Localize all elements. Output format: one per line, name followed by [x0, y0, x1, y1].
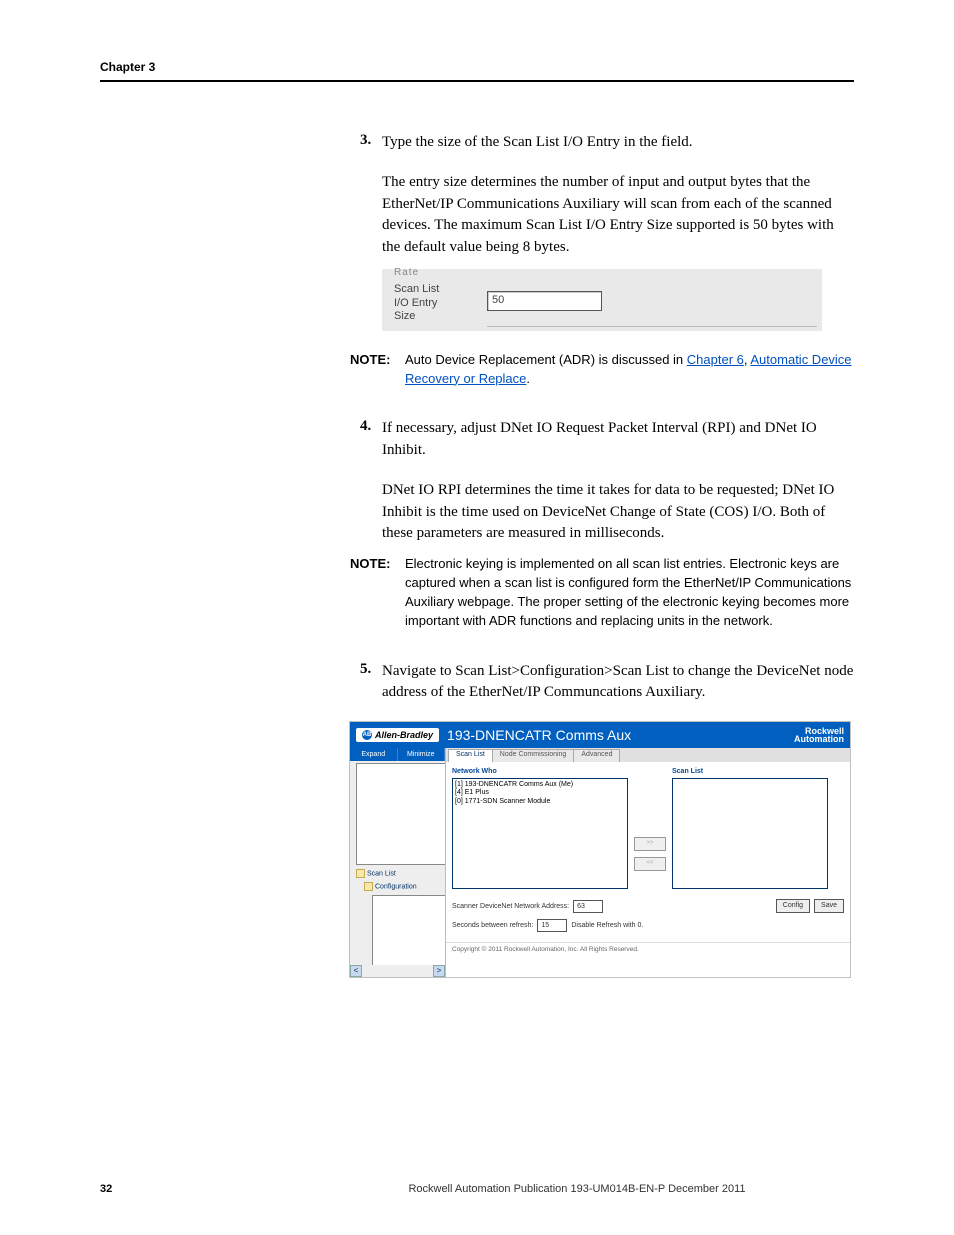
- note-label: NOTE:: [350, 351, 405, 389]
- network-who-title: Network Who: [452, 768, 628, 775]
- step-text: Navigate to Scan List>Configuration>Scan…: [382, 661, 854, 705]
- tab-scan-list[interactable]: Scan List: [448, 749, 493, 762]
- page-number: 32: [100, 1183, 300, 1195]
- list-item[interactable]: [0] 1771-SDN Scanner Module: [455, 798, 625, 806]
- refresh-input[interactable]: 15: [537, 919, 567, 932]
- note-dot: .: [526, 371, 530, 386]
- scanner-address-label: Scanner DeviceNet Network Address:: [452, 903, 569, 910]
- scan-list-screenshot: ABAllen-Bradley 193-DNENCATR Comms Aux R…: [350, 722, 850, 977]
- nav-scrollbar[interactable]: < >: [350, 965, 445, 977]
- step-number: 3.: [360, 132, 382, 154]
- scan-list-box[interactable]: [672, 778, 828, 889]
- step-number: 4.: [360, 418, 382, 462]
- step-4-paragraph: DNet IO RPI determines the time it takes…: [382, 480, 854, 545]
- note-text: Electronic keying is implemented on all …: [405, 555, 854, 630]
- scroll-left-icon[interactable]: <: [350, 965, 362, 977]
- step-text: If necessary, adjust DNet IO Request Pac…: [382, 418, 854, 462]
- rockwell-automation-logo: RockwellAutomation: [794, 727, 844, 743]
- list-item[interactable]: [4] E1 Plus: [455, 789, 625, 797]
- tab-advanced[interactable]: Advanced: [573, 749, 620, 762]
- window-titlebar: ABAllen-Bradley 193-DNENCATR Comms Aux R…: [350, 722, 850, 748]
- chapter-header: Chapter 3: [100, 60, 854, 82]
- nav-configuration[interactable]: Configuration: [350, 880, 445, 893]
- scan-list-size-label: Scan ListI/O EntrySize: [394, 283, 439, 324]
- save-button[interactable]: Save: [814, 899, 844, 913]
- add-to-scanlist-button[interactable]: >>: [634, 837, 666, 851]
- nav-minimize-button[interactable]: Minimize: [398, 748, 446, 761]
- step-4: 4. If necessary, adjust DNet IO Request …: [360, 418, 854, 462]
- scan-list-entry-figure: Rate Scan ListI/O EntrySize 50: [382, 269, 822, 331]
- tab-bar: Scan List Node Commissioning Advanced: [446, 748, 850, 762]
- step-5: 5. Navigate to Scan List>Configuration>S…: [360, 661, 854, 705]
- refresh-label: Seconds between refresh:: [452, 922, 533, 929]
- page-footer: 32 Rockwell Automation Publication 193-U…: [100, 1183, 854, 1195]
- note-label: NOTE:: [350, 555, 405, 630]
- link-chapter-6[interactable]: Chapter 6: [687, 352, 744, 367]
- nav-scan-list[interactable]: Scan List: [350, 867, 445, 880]
- nav-home[interactable]: Home: [350, 761, 445, 867]
- config-button[interactable]: Config: [776, 899, 810, 913]
- step-number: 5.: [360, 661, 382, 705]
- note-text: Auto Device Replacement (ADR) is discuss…: [405, 351, 854, 389]
- scanner-address-input[interactable]: 63: [573, 900, 603, 913]
- tab-node-commissioning[interactable]: Node Commissioning: [492, 749, 575, 762]
- refresh-note: Disable Refresh with 0.: [571, 922, 643, 929]
- remove-from-scanlist-button[interactable]: <<: [634, 857, 666, 871]
- step-3: 3. Type the size of the Scan List I/O En…: [360, 132, 854, 154]
- window-title: 193-DNENCATR Comms Aux: [447, 727, 794, 743]
- nav-tree: Expand Minimize Home Scan List Configura…: [350, 748, 446, 977]
- scan-list-title: Scan List: [672, 768, 828, 775]
- step-3-paragraph: The entry size determines the number of …: [382, 172, 854, 259]
- note-text-prefix: Auto Device Replacement (ADR) is discuss…: [405, 352, 687, 367]
- allen-bradley-logo: ABAllen-Bradley: [356, 728, 439, 742]
- screenshot-copyright: Copyright © 2011 Rockwell Automation, In…: [446, 942, 850, 953]
- note-adr: NOTE: Auto Device Replacement (ADR) is d…: [350, 351, 854, 389]
- rate-label: Rate: [394, 267, 419, 278]
- step-text: Type the size of the Scan List I/O Entry…: [382, 132, 693, 154]
- note-electronic-keying: NOTE: Electronic keying is implemented o…: [350, 555, 854, 630]
- network-who-list[interactable]: [1] 193-DNENCATR Comms Aux (Me) [4] E1 P…: [452, 778, 628, 889]
- nav-expand-button[interactable]: Expand: [350, 748, 398, 761]
- scan-list-size-input[interactable]: 50: [487, 291, 602, 311]
- list-item[interactable]: [1] 193-DNENCATR Comms Aux (Me): [455, 781, 625, 789]
- scroll-right-icon[interactable]: >: [433, 965, 445, 977]
- publication-id: Rockwell Automation Publication 193-UM01…: [300, 1183, 854, 1195]
